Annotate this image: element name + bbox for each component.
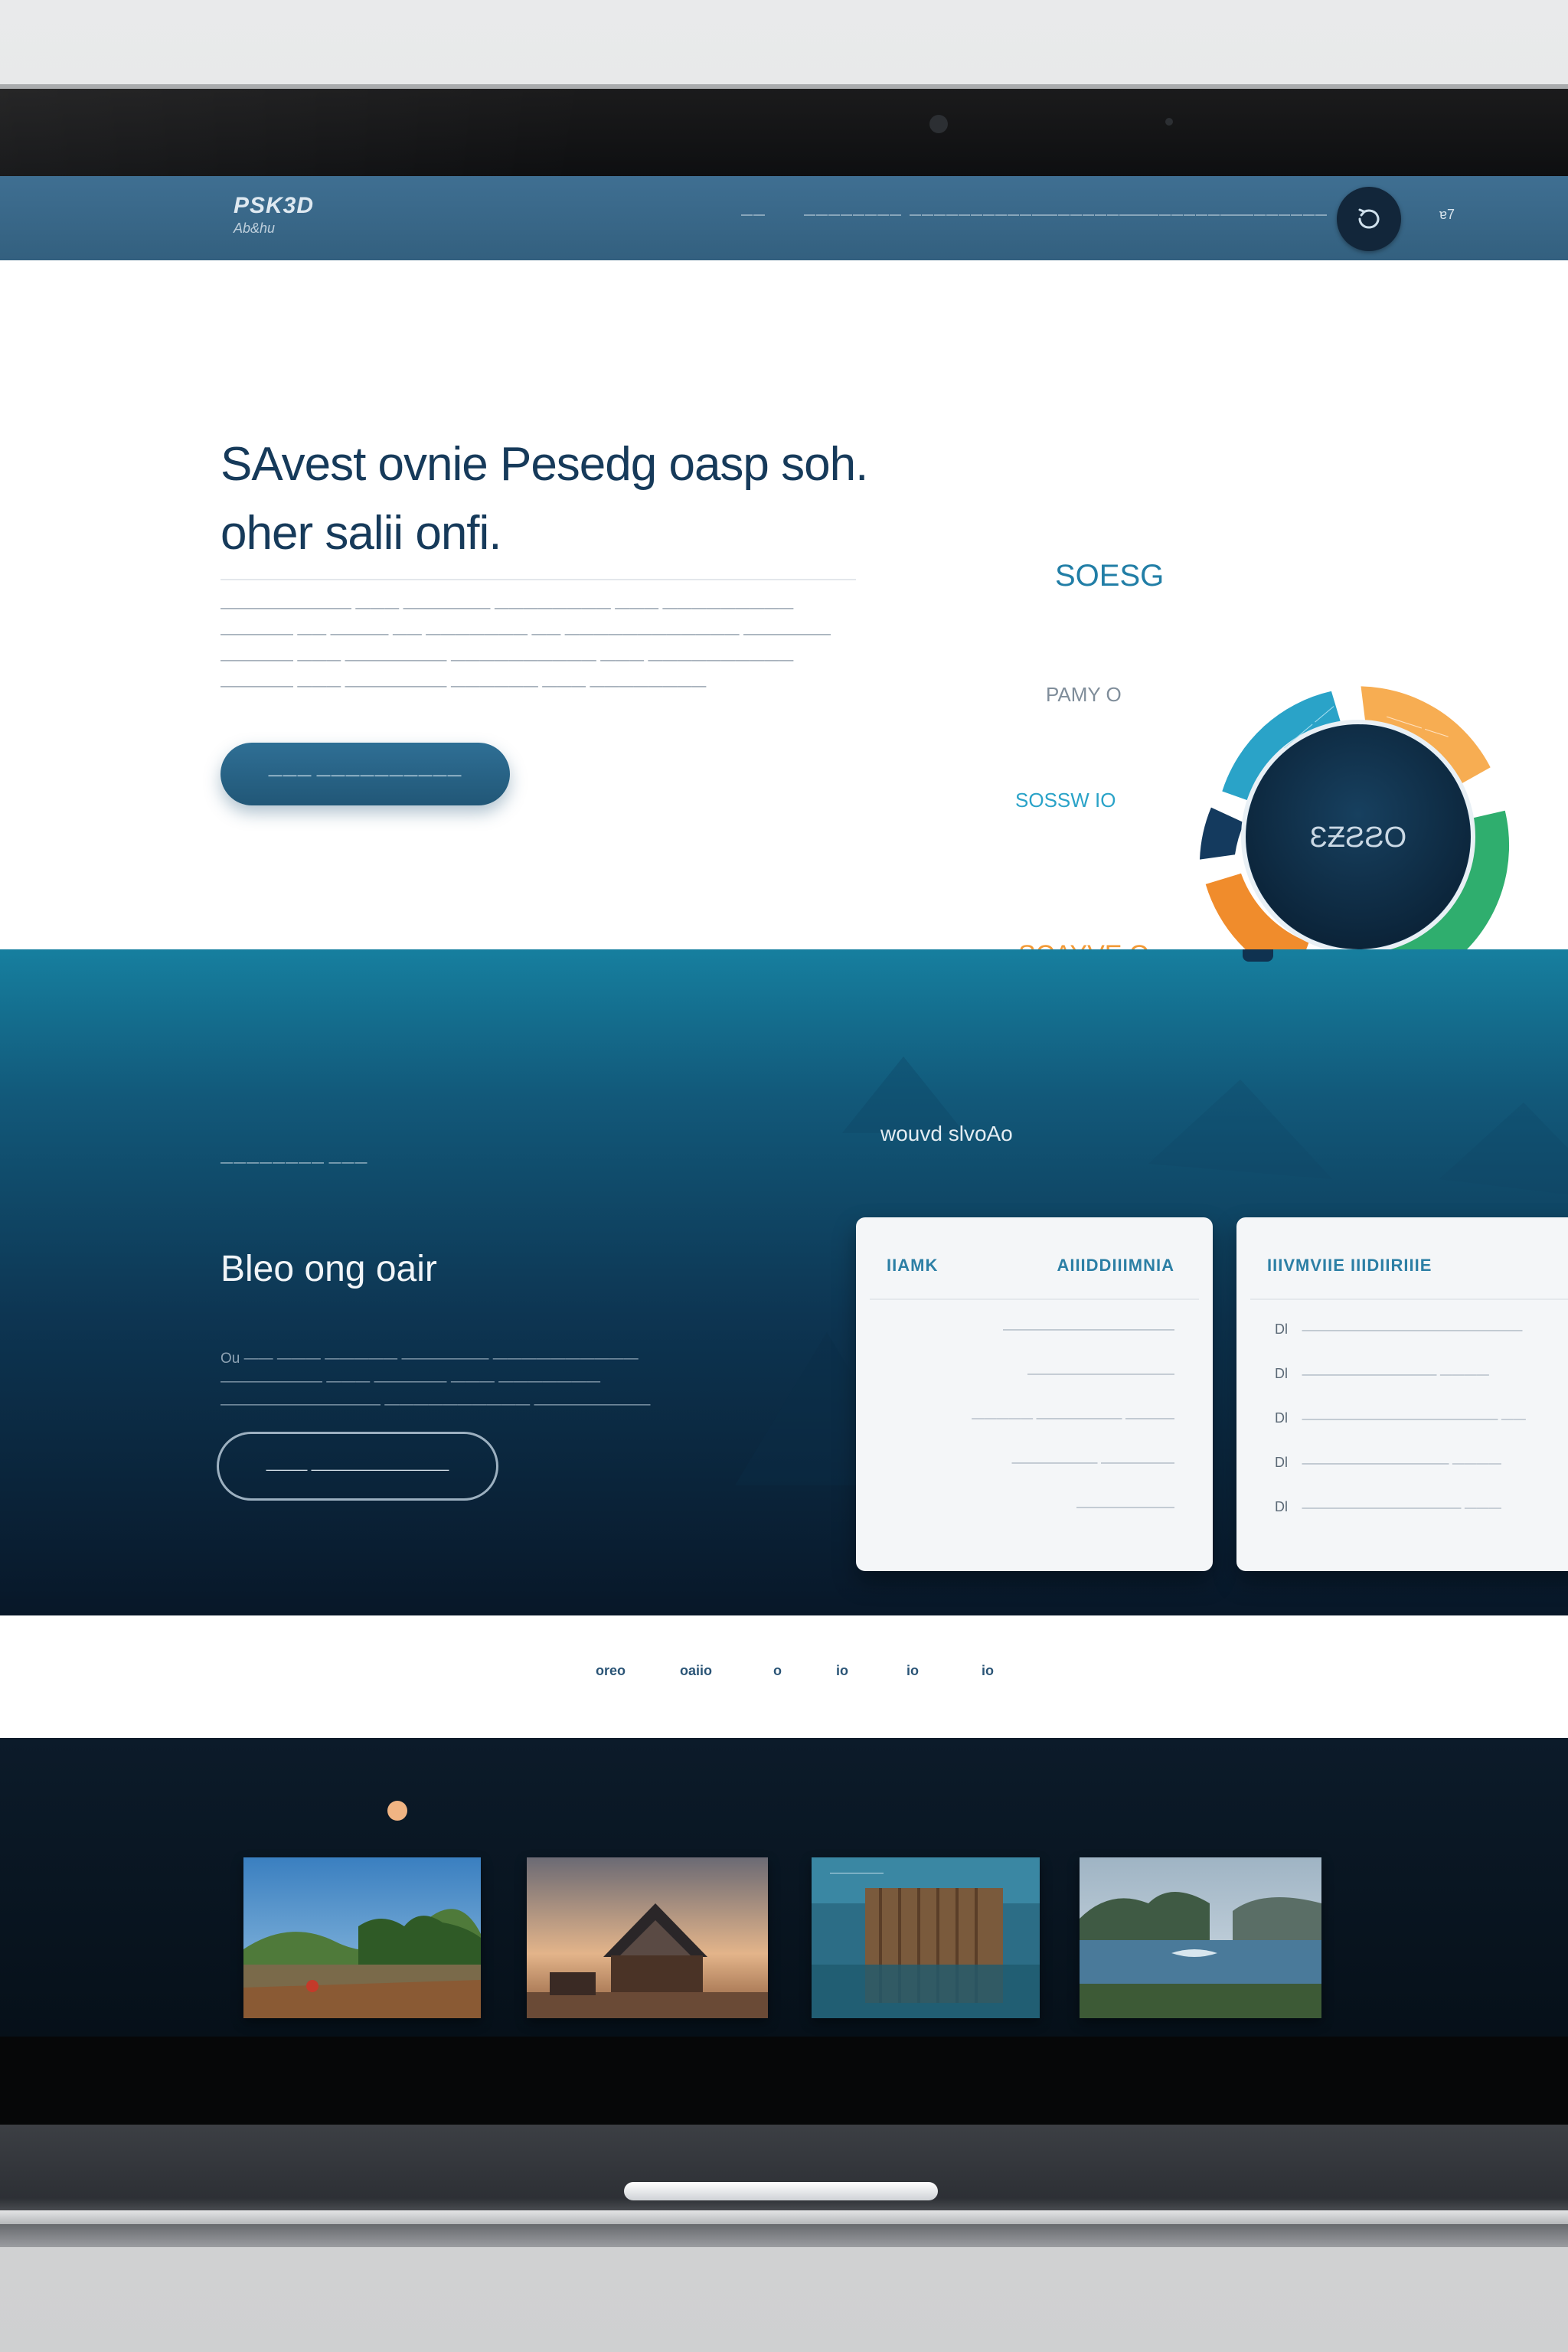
donut-label-middle-left: SOSSW IO	[1015, 789, 1116, 812]
card-left-row-1: ——————————————	[1003, 1323, 1174, 1336]
house-image	[527, 1857, 768, 2018]
strip-item-1[interactable]: oreo	[596, 1663, 626, 1679]
tab-strip: oreo oaiio o io io io	[0, 1615, 1568, 1738]
gallery-thumb-4[interactable]	[1080, 1857, 1321, 2018]
hero-description: ————————— ——— —————— ———————— ——— ——————…	[220, 600, 831, 694]
nav-item-5[interactable]: ——————————	[1122, 208, 1245, 221]
hero-title: SAvest ovnie Pesedg oasp soh. oher salii…	[220, 430, 871, 568]
card-left-header-right: AIIIDDIIIMNIA	[1057, 1256, 1174, 1275]
card-right-row-4: Dl ———————————— ————	[1275, 1455, 1501, 1471]
building-image: —————	[812, 1857, 1040, 2018]
card-left-row-2: ————————————	[1027, 1367, 1174, 1380]
device-top-bezel	[0, 84, 1568, 181]
logo-tagline: Ab&hu	[234, 220, 276, 236]
strip-item-5[interactable]: io	[906, 1663, 919, 1679]
card-right-row-5: Dl ————————————— ———	[1275, 1499, 1501, 1515]
gallery-section: —————	[0, 1738, 1568, 2037]
card-right-row-text: ————————————— ———	[1302, 1501, 1501, 1514]
gallery-indicator-dot	[387, 1801, 407, 1821]
row-icon: Dl	[1275, 1455, 1288, 1470]
device-base-edge	[0, 2210, 1568, 2224]
card-right-row-text: ——————————— ————	[1302, 1368, 1489, 1381]
hero-divider	[220, 579, 856, 580]
svg-text:—————: —————	[830, 1866, 884, 1878]
card-left-divider	[870, 1298, 1199, 1300]
row-icon: Dl	[1275, 1366, 1288, 1381]
nav-action-button[interactable]	[1337, 187, 1401, 251]
bezel-sheen	[0, 89, 842, 181]
strip-item-3[interactable]: o	[773, 1663, 782, 1679]
strip-item-6[interactable]: io	[982, 1663, 994, 1679]
hero-title-line-2: oher salii onfi.	[220, 507, 502, 560]
device-base	[0, 2125, 1568, 2247]
donut-label-top: SOESG	[1055, 559, 1165, 593]
features-eyebrow: ———————— ———	[220, 1156, 368, 1169]
logo[interactable]: PSK3D Ab&hu	[234, 193, 314, 237]
card-left-header-left: IIAMK	[887, 1256, 939, 1275]
card-right-row-text: ———————————————— ——	[1302, 1413, 1526, 1426]
card-right-row-1: Dl ——————————————————	[1275, 1321, 1522, 1338]
strip-item-4[interactable]: io	[836, 1663, 848, 1679]
features-description: Ou —— ——— ————— —————— —————————— ——————…	[220, 1351, 651, 1413]
features-cta-button[interactable]: ——— ——————————	[217, 1432, 498, 1501]
sensor-icon	[1165, 118, 1173, 126]
info-card-right: IIIVMVIIE IIIDIIRIIIE Dl ———————————————…	[1236, 1217, 1568, 1571]
row-icon: Dl	[1275, 1410, 1288, 1426]
camera-icon	[929, 115, 948, 133]
gallery-thumb-3[interactable]: —————	[812, 1857, 1040, 2018]
panels-title: wouvd slvoAo	[880, 1122, 1013, 1145]
card-left-row-3: ————— ——————— ————	[972, 1412, 1174, 1425]
donut-segment-navy	[1200, 807, 1245, 860]
landscape-image	[243, 1857, 481, 2018]
row-icon: Dl	[1275, 1499, 1288, 1514]
nav-item-6[interactable]: ————————	[1230, 208, 1328, 221]
card-right-row-text: ———————————— ————	[1302, 1457, 1501, 1470]
info-card-left: IIAMK AIIIDDIIIMNIA —————————————— —————…	[856, 1217, 1213, 1571]
coastline-image	[1080, 1857, 1321, 2018]
donut-label-upper-left: PAMY O	[1046, 683, 1122, 706]
nav-end-link[interactable]: ɐ7	[1439, 207, 1455, 223]
card-right-divider	[1250, 1298, 1568, 1300]
card-left-row-5: ————————	[1076, 1501, 1174, 1514]
card-right-row-2: Dl ——————————— ————	[1275, 1366, 1489, 1382]
screen: PSK3D Ab&hu —— ———————— ———————————— ———…	[0, 176, 1568, 2037]
card-right-row-3: Dl ———————————————— ——	[1275, 1410, 1526, 1426]
nav-item-2[interactable]: ————————	[804, 208, 902, 221]
card-left-row-4: ——————— ——————	[1011, 1456, 1174, 1469]
gallery-thumb-2[interactable]	[527, 1857, 768, 2018]
donut-center-label: ƐƵƧƧO	[1310, 822, 1406, 854]
device-hinge	[624, 2182, 938, 2200]
card-right-row-text: ——————————————————	[1302, 1324, 1523, 1337]
navbar: PSK3D Ab&hu —— ———————— ———————————— ———…	[0, 176, 1568, 260]
logo-wordmark: PSK3D	[234, 193, 315, 218]
hero-section: SAvest ovnie Pesedg oasp soh. oher salii…	[0, 260, 1568, 995]
hero-cta-button[interactable]: ——— ——————————	[220, 743, 510, 805]
device-bottom-bezel	[0, 2037, 1568, 2125]
row-icon: Dl	[1275, 1321, 1288, 1337]
features-section: ———————— ——— Bleo ong oair Ou —— ——— ———…	[0, 949, 1568, 1615]
gallery-thumb-1[interactable]	[243, 1857, 481, 2018]
hero-title-line-1: SAvest ovnie Pesedg oasp soh.	[220, 438, 868, 491]
nav-item-1[interactable]: ——	[741, 208, 766, 221]
strip-item-2[interactable]: oaiio	[680, 1663, 712, 1679]
refresh-icon	[1358, 208, 1380, 229]
features-title: Bleo ong oair	[220, 1249, 437, 1289]
card-right-header: IIIVMVIIE IIIDIIRIIIE	[1267, 1256, 1432, 1275]
